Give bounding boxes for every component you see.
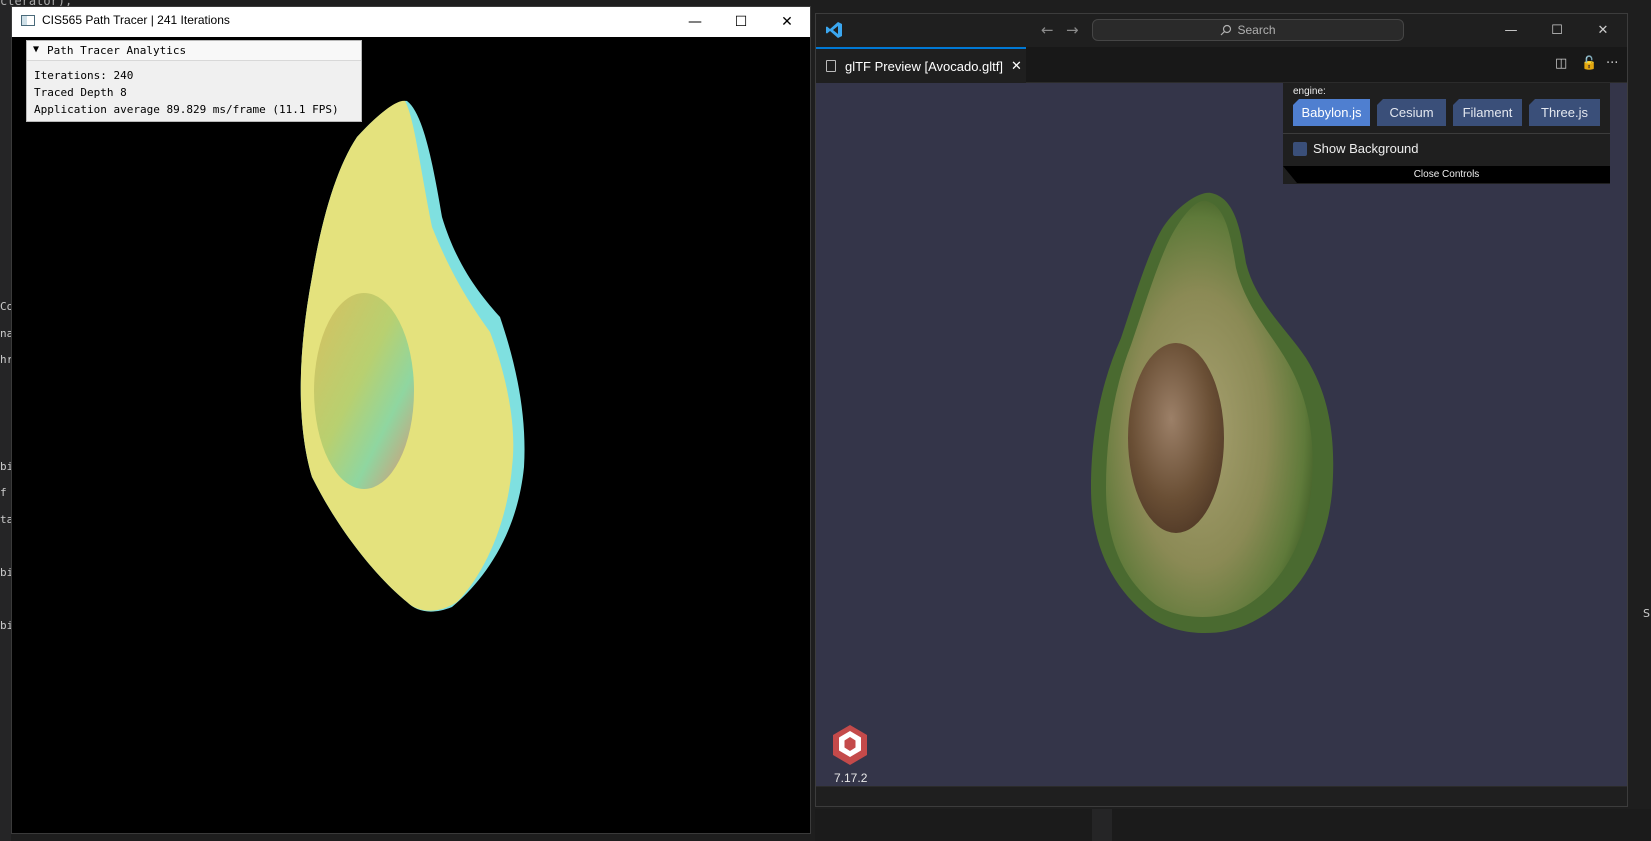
search-icon	[1221, 24, 1232, 36]
engine-filament-button[interactable]: Filament	[1453, 99, 1522, 126]
avocado-seed	[1128, 343, 1224, 533]
tab-gltf-preview[interactable]: glTF Preview [Avocado.gltf] ✕	[816, 47, 1026, 83]
background-text-fragment: f	[0, 486, 7, 499]
status-bar	[816, 786, 1627, 806]
minimize-button[interactable]: —	[672, 7, 718, 37]
app-window-icon	[21, 15, 35, 26]
background-text-fragment: S	[1643, 607, 1650, 620]
background-editor-gutter	[0, 0, 11, 841]
background-panel	[1092, 809, 1112, 841]
editor-tab-bar: glTF Preview [Avocado.gltf] ✕ ◫ 🔓 ···	[816, 47, 1627, 83]
show-background-checkbox[interactable]	[1293, 142, 1307, 156]
frame-average-stat: Application average 89.829 ms/frame (11.…	[34, 103, 339, 116]
engine-label: engine:	[1293, 86, 1326, 97]
iterations-stat: Iterations: 240	[34, 69, 134, 82]
avocado-model-render	[1091, 192, 1334, 634]
maximize-button[interactable]: ☐	[1534, 14, 1580, 47]
background-panel	[815, 809, 1651, 841]
tab-close-icon[interactable]: ✕	[1011, 59, 1022, 74]
command-center-search[interactable]: Search	[1092, 19, 1404, 41]
split-editor-icon[interactable]: ◫	[1555, 56, 1567, 71]
traced-depth-stat: Traced Depth 8	[34, 86, 127, 99]
more-actions-icon[interactable]: ···	[1606, 56, 1618, 71]
vscode-titlebar[interactable]: ← → Search — ☐ ✕	[816, 14, 1627, 47]
gltf-viewer[interactable]: engine: Babylon.js Cesium Filament Three…	[816, 83, 1627, 786]
close-icon: ✕	[781, 14, 793, 30]
render-canvas[interactable]	[12, 37, 810, 833]
engine-threejs-button[interactable]: Three.js	[1529, 99, 1600, 126]
close-button[interactable]: ✕	[1580, 14, 1626, 47]
avocado-pit	[314, 293, 414, 489]
babylon-version: 7.17.2	[834, 771, 868, 785]
file-icon	[826, 60, 836, 72]
maximize-button[interactable]: ☐	[718, 7, 764, 37]
window-title: CIS565 Path Tracer | 241 Iterations	[42, 13, 230, 27]
maximize-icon: ☐	[1551, 23, 1563, 38]
engine-cesium-button[interactable]: Cesium	[1377, 99, 1446, 126]
close-icon: ✕	[1597, 23, 1609, 38]
analytics-panel: ▼ Path Tracer Analytics Iterations: 240 …	[26, 40, 362, 122]
analytics-title: Path Tracer Analytics	[47, 44, 187, 57]
search-placeholder: Search	[1237, 23, 1276, 37]
tab-label: glTF Preview [Avocado.gltf]	[845, 58, 1003, 74]
minimize-icon: —	[1504, 23, 1518, 38]
vscode-window: ← → Search — ☐ ✕ glTF Preview [Avocado.g…	[815, 13, 1628, 807]
babylon-logo-icon	[833, 725, 867, 765]
path-traced-avocado	[300, 100, 525, 612]
analytics-header[interactable]: ▼ Path Tracer Analytics	[27, 41, 361, 61]
engine-babylon-button[interactable]: Babylon.js	[1293, 99, 1370, 126]
forward-arrow-icon[interactable]: →	[1066, 21, 1079, 39]
show-background-label[interactable]: Show Background	[1313, 141, 1419, 156]
minimize-button[interactable]: —	[1488, 14, 1534, 47]
close-controls-button[interactable]: Close Controls	[1283, 166, 1610, 183]
path-tracer-window: CIS565 Path Tracer | 241 Iterations — ☐ …	[11, 6, 811, 834]
maximize-icon: ☐	[734, 14, 748, 30]
minimize-icon: —	[688, 14, 702, 30]
vscode-logo-icon	[826, 22, 842, 38]
viewer-controls-panel: engine: Babylon.js Cesium Filament Three…	[1283, 83, 1610, 184]
path-tracer-titlebar[interactable]: CIS565 Path Tracer | 241 Iterations — ☐ …	[12, 7, 810, 37]
close-button[interactable]: ✕	[764, 7, 810, 37]
back-arrow-icon[interactable]: ←	[1041, 21, 1054, 39]
collapse-arrow-icon: ▼	[33, 44, 40, 55]
divider	[1283, 133, 1610, 134]
lock-icon[interactable]: 🔓	[1581, 56, 1597, 71]
